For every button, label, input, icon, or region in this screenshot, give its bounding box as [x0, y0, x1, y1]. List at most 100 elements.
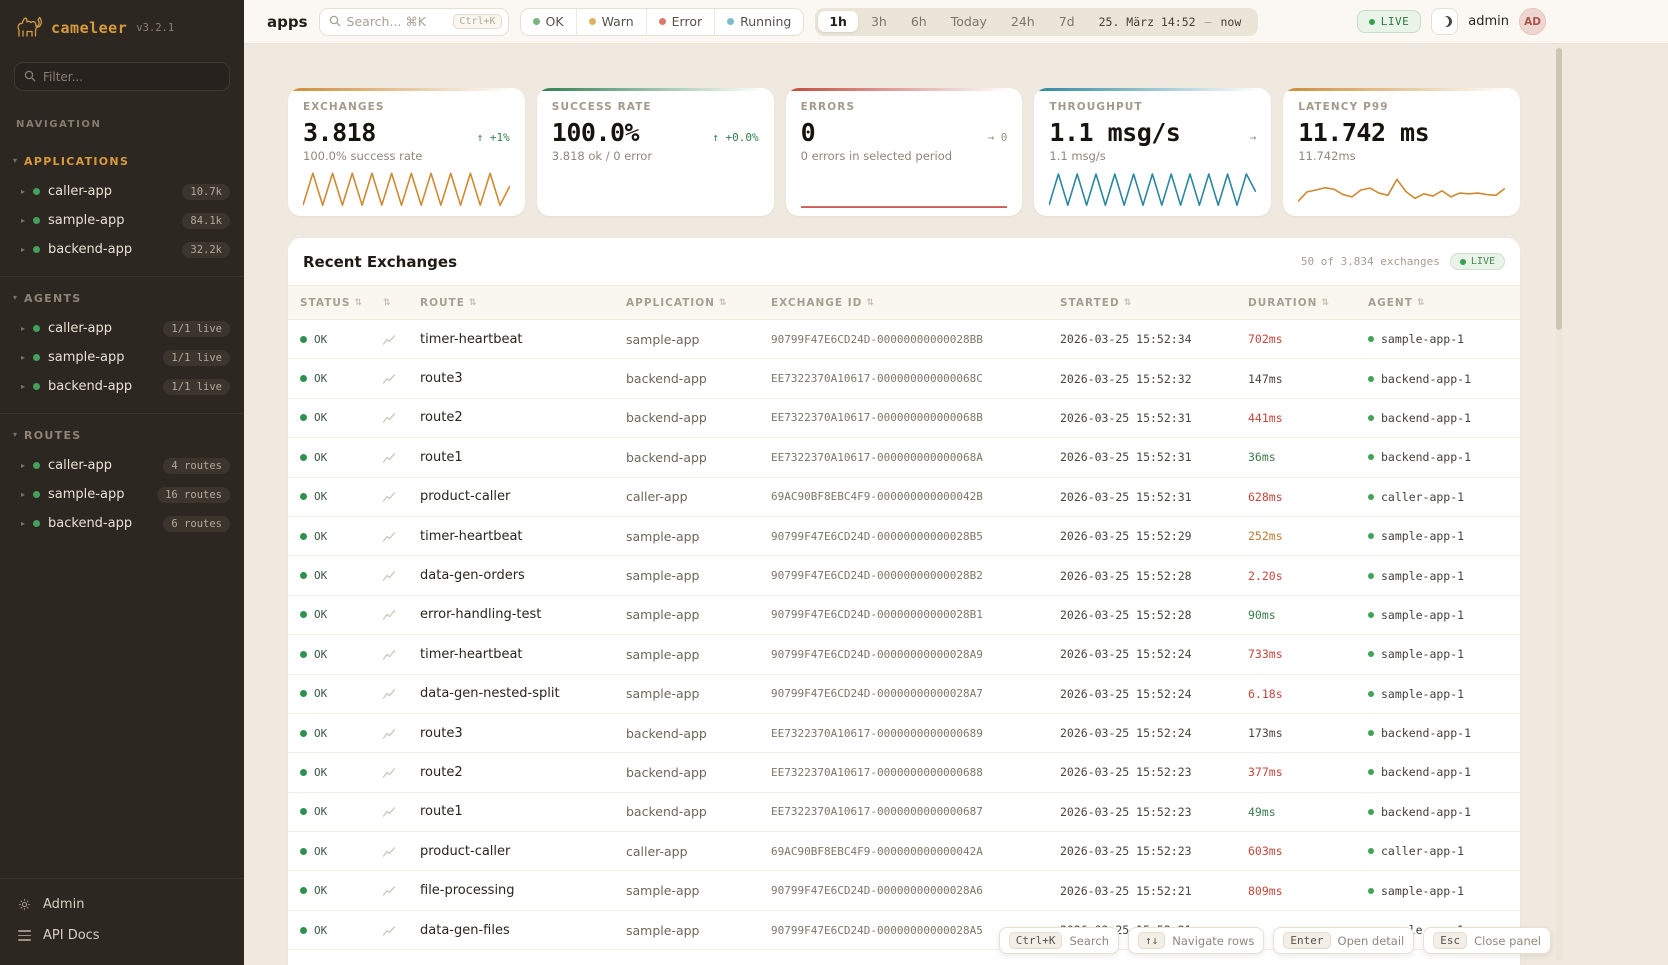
exchange-id-cell: 90799F47E6CD24D-00000000000028B2 [771, 569, 1060, 582]
table-row[interactable]: OKtimer-heartbeatsample-app90799F47E6CD2… [288, 635, 1520, 674]
section-header-applications[interactable]: ▾APPLICATIONS [0, 149, 244, 177]
duration-cell: 809ms [1248, 884, 1368, 898]
card-subtitle: 100.0% success rate [303, 149, 510, 163]
agent-label: sample-app-1 [1381, 647, 1464, 661]
scrollbar-track[interactable] [1556, 46, 1562, 961]
chevron-down-icon: ▾ [13, 429, 17, 441]
table-row[interactable]: OKroute3backend-appEE7322370A10617-00000… [288, 359, 1520, 398]
trend-icon [383, 527, 420, 546]
scrollbar-thumb[interactable] [1556, 48, 1562, 330]
route-cell: error-handling-test [420, 607, 626, 622]
status-dot [33, 325, 40, 332]
section-title: APPLICATIONS [24, 155, 129, 168]
status-filter-group: OKWarnErrorRunning [520, 8, 805, 36]
agent-label: backend-app-1 [1381, 805, 1471, 819]
exchange-id-cell: EE7322370A10617-0000000000000688 [771, 766, 1060, 779]
sidebar-item-api-docs[interactable]: API Docs [0, 920, 244, 951]
column-header-exchange-id[interactable]: EXCHANGE ID⇅ [771, 297, 1060, 309]
agent-cell: sample-app-1 [1368, 529, 1520, 543]
avatar[interactable]: AD [1519, 8, 1546, 35]
agent-label: sample-app-1 [1381, 884, 1464, 898]
sidebar-item-badge: 4 routes [163, 458, 230, 474]
table-row[interactable]: OKfile-processingsample-app90799F47E6CD2… [288, 871, 1520, 910]
table-row[interactable]: OKerror-handling-testsample-app90799F47E… [288, 596, 1520, 635]
time-range-segments: 1h3h6hToday24h7d [818, 11, 1085, 32]
status-cell: OK [300, 924, 383, 937]
sidebar-item-backend-app[interactable]: ▸backend-app6 routes [0, 509, 244, 538]
time-range-6h[interactable]: 6h [900, 11, 938, 32]
logo[interactable]: cameleer v3.2.1 [0, 0, 244, 48]
table-row[interactable]: OKproduct-callercaller-app69AC90BF8EBC4F… [288, 832, 1520, 871]
sidebar-item-backend-app[interactable]: ▸backend-app1/1 live [0, 372, 244, 401]
status-filter-running[interactable]: Running [714, 9, 803, 35]
time-range-1h[interactable]: 1h [818, 11, 858, 32]
table-row[interactable]: OKroute1backend-appEE7322370A10617-00000… [288, 438, 1520, 477]
duration-cell: 49ms [1248, 805, 1368, 819]
camel-logo-icon [16, 14, 42, 42]
column-header-application[interactable]: APPLICATION⇅ [626, 297, 771, 309]
sort-icon: ⇅ [383, 298, 392, 308]
ok-status-dot [300, 769, 307, 776]
table-row[interactable]: OKroute3backend-appEE7322370A10617-00000… [288, 714, 1520, 753]
status-dot [33, 520, 40, 527]
live-label: LIVE [1381, 15, 1410, 28]
table-row[interactable]: OKproduct-callercaller-app69AC90BF8EBC4F… [288, 478, 1520, 517]
column-header-duration[interactable]: DURATION⇅ [1248, 297, 1368, 309]
range-start: 25. März 14:52 [1099, 15, 1196, 29]
section-header-routes[interactable]: ▾ROUTES [0, 423, 244, 451]
application-cell: backend-app [626, 765, 771, 780]
sidebar-item-sample-app[interactable]: ▸sample-app84.1k [0, 206, 244, 235]
table-row[interactable]: OKroute1backend-appEE7322370A10617-00000… [288, 793, 1520, 832]
route-cell: data-gen-orders [420, 568, 626, 583]
card-label: ERRORS [801, 101, 1008, 113]
table-row[interactable]: OKdata-gen-orderssample-app90799F47E6CD2… [288, 556, 1520, 595]
status-label: OK [314, 924, 327, 937]
ok-status-dot [300, 887, 307, 894]
status-filter-error[interactable]: Error [646, 9, 714, 35]
table-row[interactable]: OKroute2backend-appEE7322370A10617-00000… [288, 753, 1520, 792]
status-label: OK [314, 451, 327, 464]
time-range-24h[interactable]: 24h [1000, 11, 1046, 32]
shortcut-key: Ctrl+K [1009, 932, 1063, 949]
duration-cell: 90ms [1248, 608, 1368, 622]
column-header-route[interactable]: ROUTE⇅ [420, 297, 626, 309]
sidebar-item-backend-app[interactable]: ▸backend-app32.2k [0, 235, 244, 264]
table-row[interactable]: OKdata-gen-nested-splitsample-app90799F4… [288, 675, 1520, 714]
time-range-7d[interactable]: 7d [1048, 11, 1086, 32]
global-search[interactable]: Ctrl+K [319, 8, 509, 36]
column-header-trend[interactable]: ⇅ [383, 298, 420, 308]
trend-icon [383, 881, 420, 900]
table-row[interactable]: OKtimer-heartbeatsample-app90799F47E6CD2… [288, 517, 1520, 556]
theme-toggle-button[interactable] [1431, 8, 1458, 35]
route-cell: timer-heartbeat [420, 647, 626, 662]
sidebar-item-sample-app[interactable]: ▸sample-app1/1 live [0, 343, 244, 372]
sidebar-item-caller-app[interactable]: ▸caller-app1/1 live [0, 314, 244, 343]
table-row[interactable]: OKtimer-heartbeatsample-app90799F47E6CD2… [288, 320, 1520, 359]
section-header-agents[interactable]: ▾AGENTS [0, 286, 244, 314]
exchange-id-cell: EE7322370A10617-0000000000000687 [771, 805, 1060, 818]
card-value: 1.1 msg/s [1049, 118, 1180, 147]
time-range-today[interactable]: Today [940, 11, 998, 32]
sidebar-item-caller-app[interactable]: ▸caller-app10.7k [0, 177, 244, 206]
time-range-3h[interactable]: 3h [860, 11, 898, 32]
sidebar-item-caller-app[interactable]: ▸caller-app4 routes [0, 451, 244, 480]
search-input[interactable] [347, 14, 448, 29]
column-header-status[interactable]: STATUS⇅ [300, 297, 383, 309]
column-header-agent[interactable]: AGENT⇅ [1368, 297, 1520, 309]
status-dot [727, 18, 734, 25]
status-dot [33, 217, 40, 224]
table-row[interactable]: OKroute2backend-appEE7322370A10617-00000… [288, 399, 1520, 438]
status-filter-ok[interactable]: OK [521, 9, 576, 35]
sidebar-filter[interactable] [14, 62, 230, 91]
sort-icon: ⇅ [1321, 298, 1330, 308]
column-header-started[interactable]: STARTED⇅ [1060, 297, 1248, 309]
sidebar-filter-input[interactable] [43, 70, 220, 84]
status-filter-warn[interactable]: Warn [576, 9, 646, 35]
sidebar-item-sample-app[interactable]: ▸sample-app16 routes [0, 480, 244, 509]
sidebar-item-admin[interactable]: Admin [0, 889, 244, 920]
duration-cell: 147ms [1248, 372, 1368, 386]
route-cell: route3 [420, 726, 626, 741]
card-accent-bar [537, 88, 774, 91]
admin-label: Admin [43, 897, 84, 912]
status-dot [33, 462, 40, 469]
